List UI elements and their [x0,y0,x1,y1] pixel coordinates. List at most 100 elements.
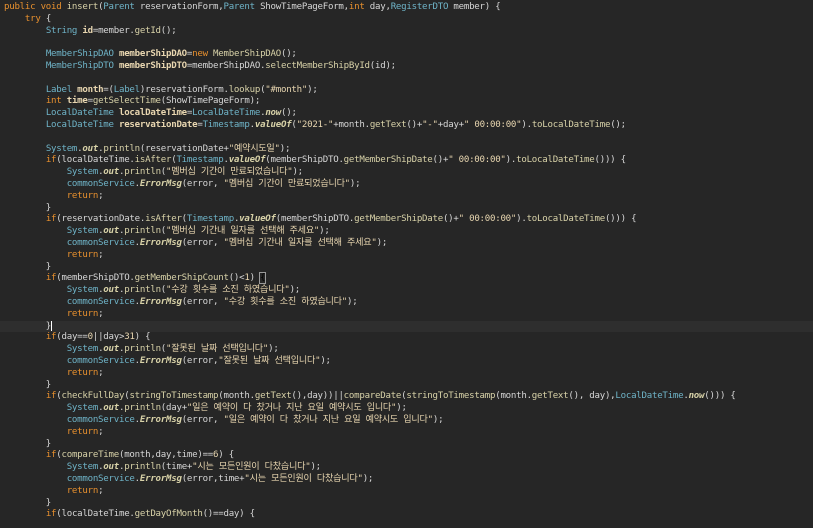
code-token: stringToTimestamp [406,391,496,402]
code-line[interactable]: MemberShipDAO memberShipDAO=new MemberSh… [0,49,813,61]
code-token: memberShipDTO [118,61,187,71]
code-token: return [66,426,99,437]
code-line[interactable]: System.out.println("수강 횟수를 소진 하였습니다"); [0,285,813,297]
code-token: System [66,285,99,296]
code-token: ); [376,238,388,248]
code-token: insert [66,2,99,12]
code-token: String [45,25,83,36]
code-line[interactable]: int time=getSelectTime(ShowTimePageForm)… [0,96,813,108]
code-token: now [265,108,281,119]
code-token: (day== [56,332,88,343]
code-token: println [124,226,161,237]
code-token: (error, [181,238,224,248]
code-token: (reservationDate+ [139,143,229,154]
code-token: ())) { [604,214,637,225]
code-line[interactable]: } [0,439,813,451]
code-line[interactable]: commonService.ErrorMsg(error, "수강 횟수를 소진… [0,297,813,309]
code-token: ) { [134,332,151,343]
code-line[interactable]: System.out.println("멤버십 기간내 일자를 선택해 주세요"… [0,226,813,238]
code-token: getDayOfMonth [134,509,203,520]
code-line[interactable]: if(localDateTime.isAfter(Timestamp.value… [0,155,813,167]
code-line[interactable]: if(checkFullDay(stringToTimestamp(month.… [0,391,813,403]
code-line[interactable]: return; [0,309,813,321]
code-token: " 00:00:00" [463,120,522,130]
code-token: int [348,2,370,12]
code-token: checkFullDay [61,391,125,402]
code-line[interactable]: commonService.ErrorMsg(error, "일은 예약이 다 … [0,415,813,427]
code-line[interactable]: Label month=(Label)reservationForm.looku… [0,85,813,97]
code-line[interactable]: System.out.println(time+"시는 모든인원이 다찼습니다"… [0,462,813,474]
code-token: getMemberShipCount [134,273,229,284]
code-token: "멤버십 기간이 만료되었습니다" [166,167,293,178]
code-token: ); [362,474,374,484]
code-token: ). [516,214,527,225]
code-line[interactable]: LocalDateTime localDateTime=LocalDateTim… [0,108,813,120]
code-token: "잘못된 날짜 선택입니다" [218,356,321,366]
code-token: "일은 예약이 다 찼거나 지난 요일 예약시도 입니다" [223,415,434,425]
code-token: ()+ [442,214,459,225]
code-token: ShowTimePageForm, [260,2,349,12]
code-token: (); [280,49,297,60]
code-line[interactable]: } [0,380,813,392]
code-line[interactable]: public void insert(Parent reservationFor… [0,2,813,14]
code-line[interactable]: System.out.println("멤버십 기간이 만료되었습니다"); [0,167,813,179]
code-line[interactable]: commonService.ErrorMsg(error,time+"시는 모든… [0,474,813,486]
code-token: MemberShipDAO [213,49,281,60]
code-token: day, [369,2,391,12]
code-line[interactable]: } [0,262,813,274]
code-line[interactable]: System.out.println("잘못된 날짜 선택입니다"); [0,344,813,356]
code-token: selectMemberShipById [265,61,370,71]
code-line[interactable]: if(reservationDate.isAfter(Timestamp.val… [0,214,813,226]
code-line[interactable]: return; [0,486,813,498]
code-line[interactable]: System.out.println(reservationDate+"예약시도… [0,144,813,156]
code-editor[interactable]: public void insert(Parent reservationFor… [0,0,813,528]
code-line[interactable]: String id=member.getId(); [0,26,813,38]
code-token: (reservationDate. [56,214,146,225]
code-token: out [103,285,119,296]
code-token: if [45,273,57,284]
code-token: commonService [66,356,135,366]
code-line[interactable]: } [0,498,813,510]
code-token: return [66,485,99,496]
code-line[interactable]: commonService.ErrorMsg(error, "멤버십 기간이 만… [0,179,813,191]
code-line[interactable]: MemberShipDTO memberShipDTO=memberShipDA… [0,61,813,73]
code-line[interactable] [0,132,813,144]
code-line[interactable]: return; [0,368,813,380]
code-line[interactable]: return; [0,250,813,262]
code-token: stringToTimestamp [129,391,219,402]
code-line[interactable]: LocalDateTime reservationDate=Timestamp.… [0,120,813,132]
code-token: ). [505,155,517,166]
code-token: out [103,403,119,414]
code-line[interactable]: } [0,203,813,215]
code-token: "수강 횟수를 소진 하였습니다" [223,297,348,307]
code-token: ())) { [704,391,736,402]
code-line[interactable]: System.out.println(day+"일은 예약이 다 찼거나 지난 … [0,403,813,415]
code-token: "수강 횟수를 소진 하였습니다" [166,285,290,296]
code-token: reservationForm, [139,2,224,12]
code-token: println [124,344,161,355]
code-token: System [66,403,99,414]
code-line[interactable]: if(localDateTime.getDayOfMonth()==day) { [0,509,813,521]
code-line[interactable]: return; [0,191,813,203]
code-line[interactable]: return; [0,427,813,439]
code-token: out [103,167,119,178]
code-token: MemberShipDAO [45,49,119,60]
code-line[interactable] [0,37,813,49]
code-line[interactable]: commonService.ErrorMsg(error, "멤버십 기간내 일… [0,238,813,250]
code-token: (day+ [160,403,187,414]
code-line[interactable]: } [0,320,813,333]
code-line[interactable]: commonService.ErrorMsg(error,"잘못된 날짜 선택입… [0,356,813,368]
code-token: valueOf [239,214,276,225]
code-line[interactable]: if(compareTime(month,day,time)==6) { [0,450,813,462]
code-line[interactable]: if(day==0||day>31) { [0,332,813,344]
code-line[interactable]: if(memberShipDTO.getMemberShipCount()<1)… [0,272,813,285]
code-token: LocalDateTime [45,108,119,119]
code-line[interactable] [0,73,813,85]
code-line[interactable]: try { [0,14,813,26]
